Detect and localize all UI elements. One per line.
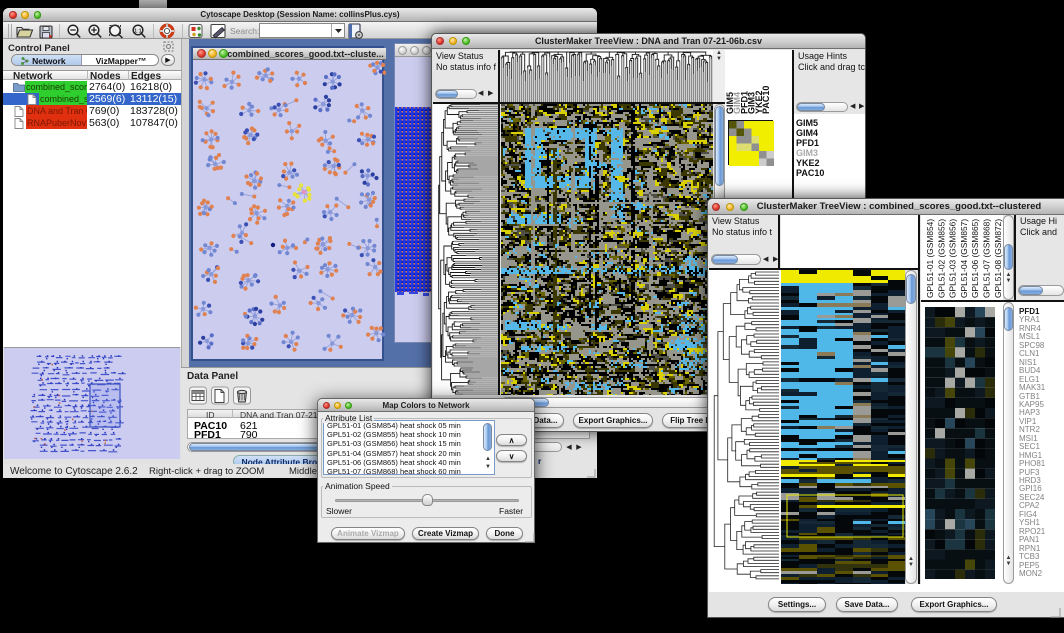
svg-text:GPL51-08 (GSM872): GPL51-08 (GSM872) xyxy=(993,219,1003,298)
svg-text:1:1: 1:1 xyxy=(134,29,141,35)
svg-text:GPL51-02 (GSM855): GPL51-02 (GSM855) xyxy=(936,219,946,298)
svg-text:PAC10: PAC10 xyxy=(761,86,771,114)
svg-text:GPL51-01 (GSM854): GPL51-01 (GSM854) xyxy=(925,219,935,298)
svg-text:GPL51-03 (GSM856): GPL51-03 (GSM856) xyxy=(948,219,958,298)
svg-text:GPL51-07 (GSM868): GPL51-07 (GSM868) xyxy=(982,219,992,298)
svg-text:GPL51-06 (GSM865): GPL51-06 (GSM865) xyxy=(970,219,980,298)
svg-text:GPL51-04 (GSM857): GPL51-04 (GSM857) xyxy=(959,219,969,298)
